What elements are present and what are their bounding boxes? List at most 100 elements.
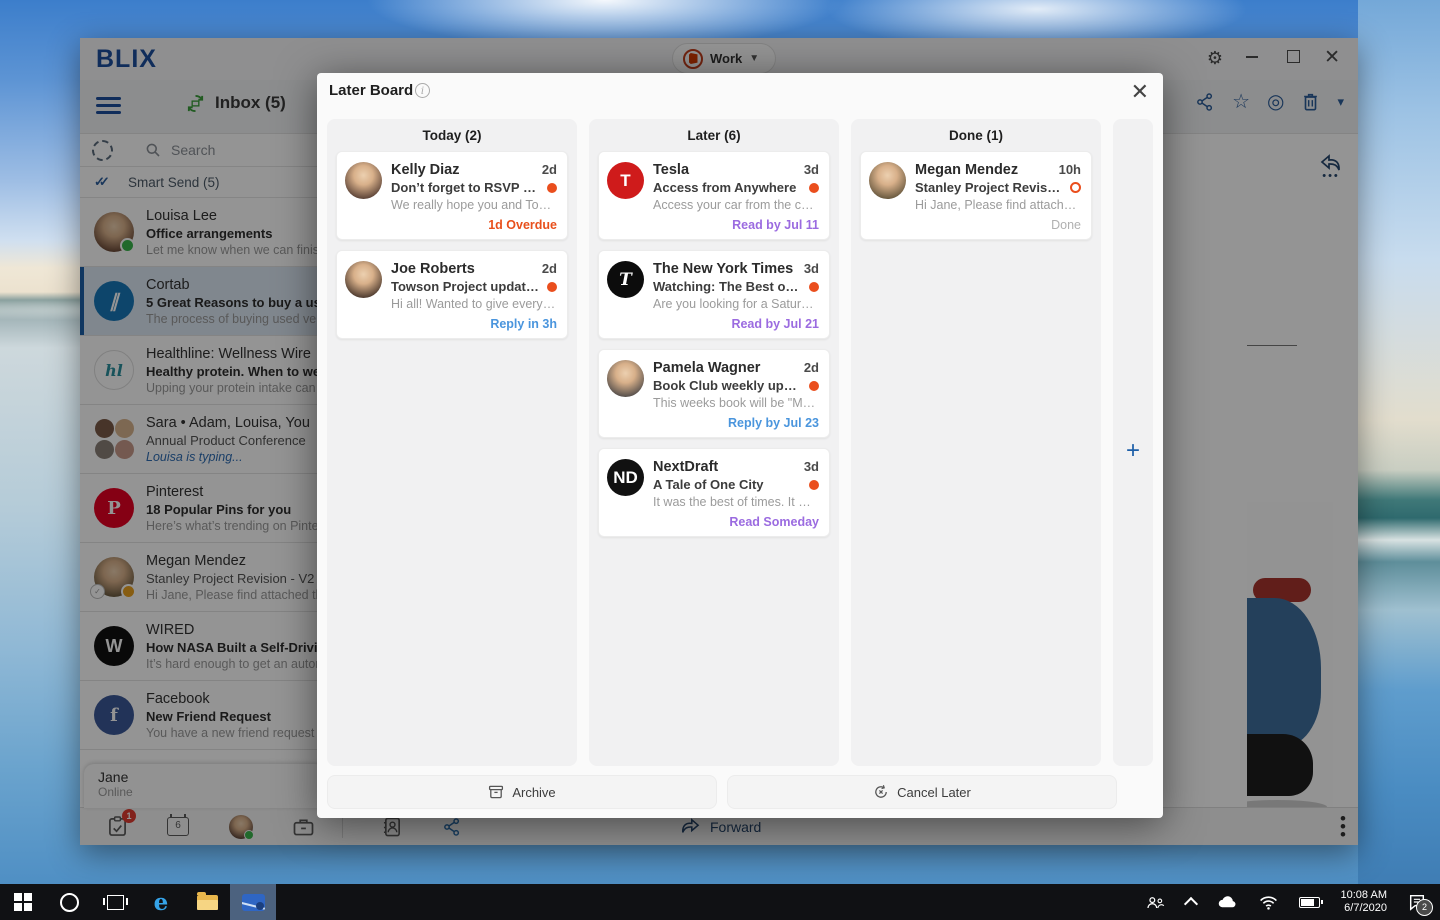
info-icon[interactable]: i bbox=[415, 83, 430, 98]
column-title: Done (1) bbox=[851, 119, 1101, 151]
card-action-label: Read by Jul 11 bbox=[653, 218, 819, 232]
board-column: Today (2) • Kelly Diaz 2d Don’t forget t… bbox=[327, 119, 577, 766]
card-snippet: Access your car from the comfort... bbox=[653, 198, 819, 212]
cancel-later-button[interactable]: Cancel Later bbox=[727, 775, 1117, 809]
edge-icon[interactable]: e bbox=[138, 884, 184, 920]
cortana-button[interactable] bbox=[46, 884, 92, 920]
modal-footer: Archive Cancel Later bbox=[327, 775, 1117, 809]
later-board-modal: Later Board i ✕ Today (2) • Kelly Diaz 2… bbox=[317, 73, 1163, 818]
bluemail-taskbar-icon[interactable] bbox=[230, 884, 276, 920]
add-column-plus-icon[interactable]: + bbox=[1126, 437, 1140, 465]
unread-dot-icon bbox=[809, 282, 819, 292]
card-action-label: Read Someday bbox=[653, 515, 819, 529]
card-snippet: We really hope you and Tom can... bbox=[391, 198, 557, 212]
card-subject: Book Club weekly update bbox=[653, 378, 801, 393]
card-action-label: Read by Jul 21 bbox=[653, 317, 819, 331]
wifi-icon[interactable] bbox=[1259, 895, 1278, 910]
file-explorer-icon[interactable] bbox=[184, 884, 230, 920]
archive-label: Archive bbox=[512, 785, 555, 800]
later-card[interactable]: ND NextDraft 3d A Tale of One City It wa… bbox=[598, 448, 830, 537]
archive-icon bbox=[488, 784, 504, 800]
onedrive-icon[interactable] bbox=[1217, 895, 1238, 909]
start-button[interactable] bbox=[0, 884, 46, 920]
card-subject: Stanley Project Revision - V2 bbox=[915, 180, 1062, 195]
pamela-avatar: • bbox=[607, 360, 644, 397]
megan-avatar: • bbox=[869, 162, 906, 199]
unread-dot-icon bbox=[809, 381, 819, 391]
card-age: 2d bbox=[542, 162, 557, 177]
later-card[interactable]: • Kelly Diaz 2d Don’t forget to RSVP to … bbox=[336, 151, 568, 240]
card-sender: NextDraft bbox=[653, 459, 798, 475]
card-action-label: Done bbox=[915, 218, 1081, 232]
card-subject: Don’t forget to RSVP to our... bbox=[391, 180, 539, 195]
column-cards: • Kelly Diaz 2d Don’t forget to RSVP to … bbox=[327, 151, 577, 339]
unread-dot-icon bbox=[547, 183, 557, 193]
later-card[interactable]: • Pamela Wagner 2d Book Club weekly upda… bbox=[598, 349, 830, 438]
card-action-label: 1d Overdue bbox=[391, 218, 557, 232]
column-title: Today (2) bbox=[327, 119, 577, 151]
kanban-board: Today (2) • Kelly Diaz 2d Don’t forget t… bbox=[327, 119, 1153, 766]
unread-dot-icon bbox=[1070, 182, 1081, 193]
desktop: BLIX Work ▼ ⚙ ✕ Inbox (5) ☆ ◎ ▾ bbox=[0, 0, 1440, 920]
taskbar-clock[interactable]: 10:08 AM 6/7/2020 bbox=[1341, 889, 1387, 915]
card-action-label: Reply in 3h bbox=[391, 317, 557, 331]
clock-time: 10:08 AM bbox=[1341, 889, 1387, 902]
card-age: 2d bbox=[804, 360, 819, 375]
board-column: Later (6) T Tesla 3d Access from Anywher… bbox=[589, 119, 839, 766]
card-age: 3d bbox=[804, 459, 819, 474]
card-subject: Access from Anywhere bbox=[653, 180, 801, 195]
later-card[interactable]: T Tesla 3d Access from Anywhere Access y… bbox=[598, 151, 830, 240]
people-tray-icon[interactable] bbox=[1146, 895, 1165, 910]
joe-avatar: • bbox=[345, 261, 382, 298]
archive-button[interactable]: Archive bbox=[327, 775, 717, 809]
card-age: 3d bbox=[804, 162, 819, 177]
card-snippet: It was the best of times. It was the... bbox=[653, 495, 819, 509]
nyt-logo: T bbox=[607, 261, 644, 298]
card-subject: Towson Project updates bbox=[391, 279, 539, 294]
column-title: Later (6) bbox=[589, 119, 839, 151]
modal-close-icon[interactable]: ✕ bbox=[1131, 79, 1149, 105]
unread-dot-icon bbox=[809, 183, 819, 193]
tesla-logo: T bbox=[607, 162, 644, 199]
add-column-strip[interactable]: + bbox=[1113, 119, 1153, 766]
task-view-button[interactable] bbox=[92, 884, 138, 920]
column-cards: T Tesla 3d Access from Anywhere Access y… bbox=[589, 151, 839, 537]
card-age: 3d bbox=[804, 261, 819, 276]
card-age: 2d bbox=[542, 261, 557, 276]
card-sender: Joe Roberts bbox=[391, 261, 536, 277]
notification-badge: 2 bbox=[1416, 899, 1433, 916]
action-center-icon[interactable]: 2 bbox=[1408, 893, 1426, 911]
card-sender: Megan Mendez bbox=[915, 162, 1053, 178]
modal-header: Later Board i ✕ bbox=[317, 73, 1163, 111]
card-sender: Tesla bbox=[653, 162, 798, 178]
windows-taskbar: e 10:08 AM 6/7/2020 2 bbox=[0, 884, 1440, 920]
column-cards: • Megan Mendez 10h Stanley Project Revis… bbox=[851, 151, 1101, 240]
system-tray: 10:08 AM 6/7/2020 2 bbox=[1146, 889, 1440, 915]
card-subject: Watching: The Best of Netflix... bbox=[653, 279, 801, 294]
later-card[interactable]: T The New York Times 3d Watching: The Be… bbox=[598, 250, 830, 339]
card-sender: Pamela Wagner bbox=[653, 360, 798, 376]
cancel-later-label: Cancel Later bbox=[897, 785, 971, 800]
unread-dot-icon bbox=[809, 480, 819, 490]
clock-date: 6/7/2020 bbox=[1341, 902, 1387, 915]
battery-icon[interactable] bbox=[1299, 897, 1320, 908]
card-sender: The New York Times bbox=[653, 261, 798, 277]
nextdraft-logo: ND bbox=[607, 459, 644, 496]
later-card[interactable]: • Megan Mendez 10h Stanley Project Revis… bbox=[860, 151, 1092, 240]
card-sender: Kelly Diaz bbox=[391, 162, 536, 178]
desktop-wallpaper bbox=[1358, 0, 1440, 884]
card-snippet: This weeks book will be "Me Befo... bbox=[653, 396, 819, 410]
board-column: Done (1) • Megan Mendez 10h Stanley Proj… bbox=[851, 119, 1101, 766]
card-action-label: Reply by Jul 23 bbox=[653, 416, 819, 430]
tray-expand-icon[interactable] bbox=[1183, 896, 1197, 910]
card-snippet: Are you looking for a Saturday... bbox=[653, 297, 819, 311]
modal-title: Later Board bbox=[329, 82, 413, 99]
cancel-later-icon bbox=[873, 784, 889, 800]
later-card[interactable]: • Joe Roberts 2d Towson Project updates … bbox=[336, 250, 568, 339]
card-age: 10h bbox=[1059, 162, 1081, 177]
unread-dot-icon bbox=[547, 282, 557, 292]
card-snippet: Hi all! Wanted to give everyone... bbox=[391, 297, 557, 311]
card-snippet: Hi Jane, Please find attached the... bbox=[915, 198, 1081, 212]
card-subject: A Tale of One City bbox=[653, 477, 801, 492]
kelly-avatar: • bbox=[345, 162, 382, 199]
